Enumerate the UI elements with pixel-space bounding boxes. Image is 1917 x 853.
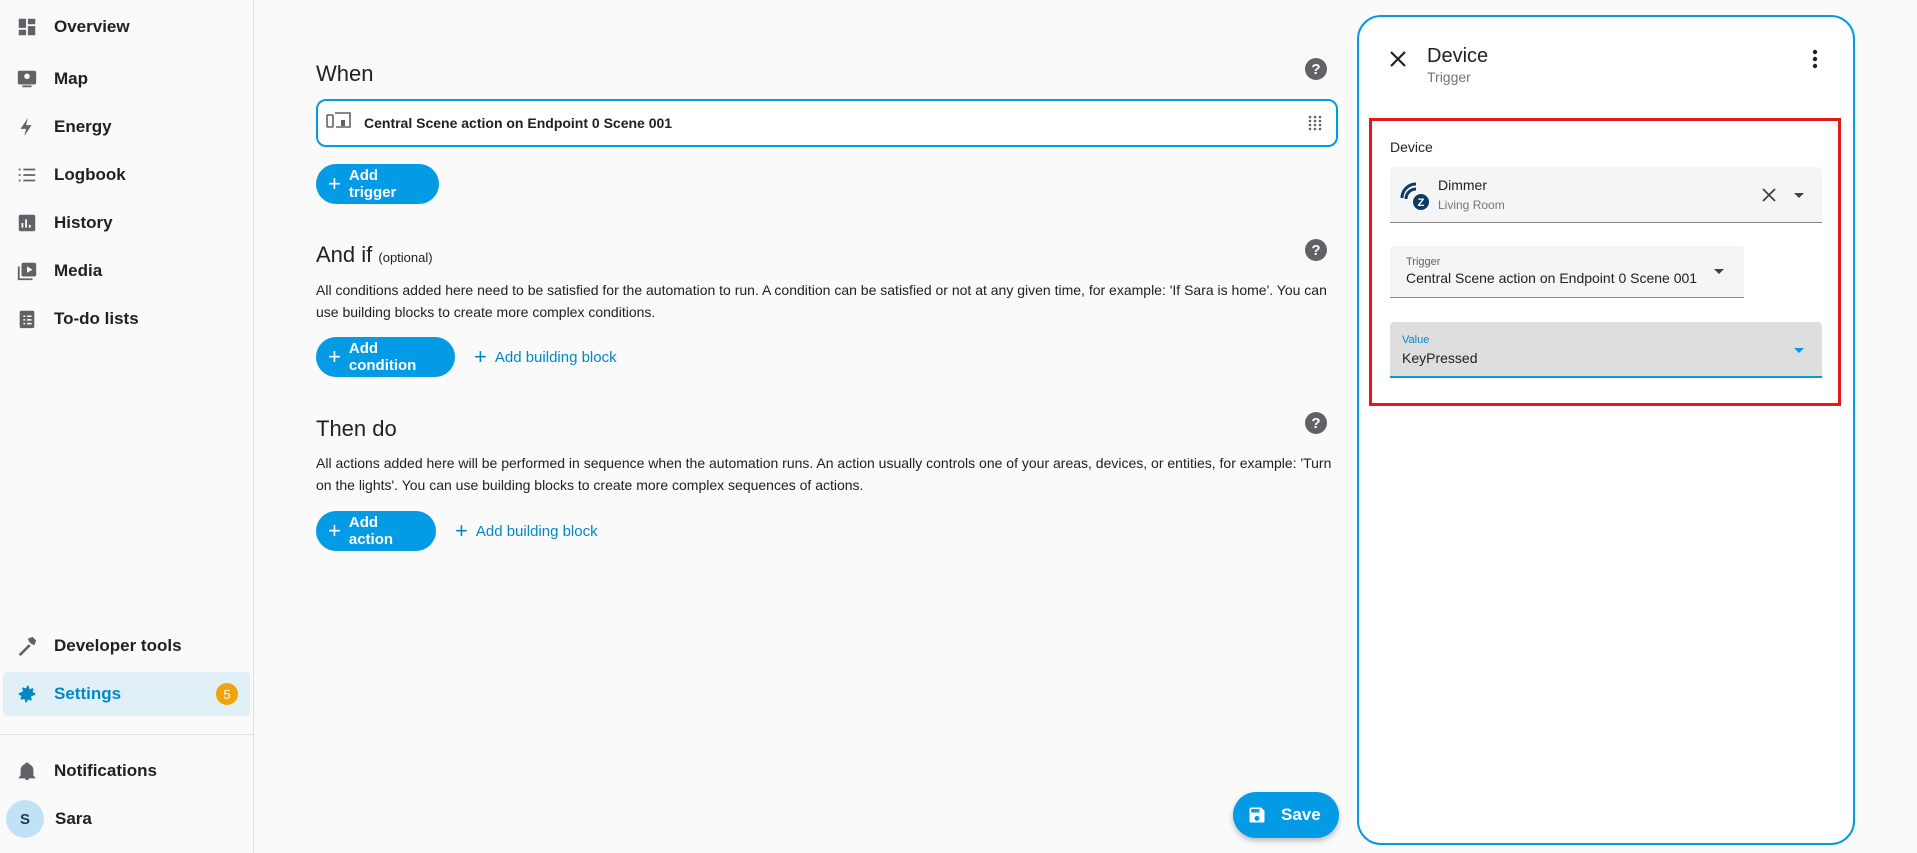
value-select-label: Value: [1402, 334, 1430, 346]
chevron-down-icon[interactable]: [1794, 193, 1804, 198]
save-button[interactable]: Save: [1233, 792, 1339, 838]
add-condition-button[interactable]: + Add condition: [316, 337, 455, 377]
sidebar-item-label: Notifications: [54, 761, 157, 780]
trigger-label: Central Scene action on Endpoint 0 Scene…: [364, 115, 673, 131]
sidebar: Overview Map Energy Logbook History Medi…: [0, 0, 254, 853]
bell-icon: [15, 759, 39, 783]
sidebar-item-label: Developer tools: [54, 636, 182, 655]
sidebar-item-notifications[interactable]: Notifications: [0, 749, 250, 793]
sidebar-item-label: Energy: [54, 117, 112, 136]
add-condition-label: Add condition: [348, 340, 417, 374]
panel-title: Device: [1427, 45, 1489, 67]
add-building-block-button[interactable]: + Add building block: [455, 513, 598, 549]
device-area: Living Room: [1438, 198, 1505, 212]
help-icon[interactable]: ?: [1305, 58, 1327, 80]
add-trigger-button[interactable]: + Add trigger: [316, 164, 439, 204]
andif-title-text: And if: [316, 242, 373, 267]
sidebar-item-settings[interactable]: Settings 5: [3, 672, 250, 716]
add-building-block-label: Add building block: [494, 348, 617, 366]
sidebar-divider: [0, 734, 254, 735]
save-label: Save: [1281, 805, 1321, 824]
trigger-select-value: Central Scene action on Endpoint 0 Scene…: [1406, 270, 1698, 286]
zwave-icon: Z: [1398, 178, 1432, 217]
plus-icon: +: [455, 518, 468, 543]
value-select[interactable]: Value KeyPressed: [1390, 322, 1822, 378]
list-icon: [15, 163, 39, 187]
when-title: When: [316, 61, 374, 86]
sidebar-item-logbook[interactable]: Logbook: [0, 153, 250, 197]
add-building-block-button[interactable]: + Add building block: [474, 339, 617, 375]
sidebar-item-overview[interactable]: Overview: [0, 5, 250, 49]
sidebar-item-label: Map: [54, 69, 88, 88]
chart-icon: [15, 211, 39, 235]
sidebar-item-energy[interactable]: Energy: [0, 105, 250, 149]
andif-title: And if (optional): [316, 242, 433, 268]
clear-icon[interactable]: [1762, 188, 1776, 207]
svg-text:Z: Z: [1418, 197, 1425, 209]
sidebar-item-developer-tools[interactable]: Developer tools: [0, 624, 250, 668]
trigger-select-label: Trigger: [1406, 256, 1441, 268]
device-name: Dimmer: [1438, 177, 1487, 193]
chevron-down-icon[interactable]: [1714, 269, 1724, 274]
clipboard-icon: [15, 307, 39, 331]
sidebar-item-profile[interactable]: S Sara: [0, 797, 250, 841]
drag-handle-icon[interactable]: [1308, 115, 1322, 131]
sidebar-item-media[interactable]: Media: [0, 249, 250, 293]
sidebar-item-label: Media: [54, 261, 103, 280]
sidebar-item-label: Settings: [54, 684, 122, 703]
then-description: All actions added here will be performed…: [316, 455, 1332, 493]
sidebar-item-history[interactable]: History: [0, 201, 250, 245]
plus-icon: +: [328, 344, 341, 369]
help-icon[interactable]: ?: [1305, 412, 1327, 434]
sidebar-item-map[interactable]: Map: [0, 57, 250, 101]
notification-badge: 5: [216, 683, 238, 705]
chevron-down-icon[interactable]: [1794, 348, 1804, 353]
add-action-button[interactable]: + Add action: [316, 511, 436, 551]
then-title: Then do: [316, 416, 397, 441]
sidebar-item-todo[interactable]: To-do lists: [0, 297, 250, 341]
lightning-icon: [15, 115, 39, 139]
hammer-icon: [15, 634, 39, 658]
trigger-select[interactable]: Trigger Central Scene action on Endpoint…: [1390, 246, 1744, 298]
add-building-block-label: Add building block: [475, 522, 598, 540]
plus-icon: +: [474, 344, 487, 369]
sidebar-item-label: Sara: [55, 809, 92, 828]
dashboard-icon: [15, 15, 39, 39]
gear-icon: [15, 682, 39, 706]
add-trigger-label: Add trigger: [348, 167, 397, 201]
andif-optional: (optional): [378, 250, 433, 265]
device-picker[interactable]: Z Dimmer Living Room: [1390, 167, 1822, 223]
plus-icon: +: [328, 518, 341, 543]
sidebar-item-label: To-do lists: [54, 309, 139, 328]
sidebar-item-label: History: [54, 213, 113, 232]
more-vert-icon[interactable]: [1803, 47, 1827, 71]
floppy-icon: [1247, 805, 1267, 825]
panel-subtitle: Trigger: [1427, 69, 1471, 85]
device-field-label: Device: [1390, 139, 1433, 155]
trigger-card[interactable]: Central Scene action on Endpoint 0 Scene…: [316, 99, 1338, 147]
andif-description: All conditions added here need to be sat…: [316, 282, 1327, 320]
add-action-label: Add action: [348, 514, 394, 548]
device-icon: [326, 110, 352, 137]
close-icon[interactable]: [1386, 47, 1410, 71]
sidebar-item-label: Logbook: [54, 165, 126, 184]
avatar: S: [6, 800, 44, 838]
sidebar-item-label: Overview: [54, 17, 130, 36]
map-icon: [15, 67, 39, 91]
plus-icon: +: [328, 171, 341, 196]
value-select-value: KeyPressed: [1402, 350, 1478, 366]
help-icon[interactable]: ?: [1305, 239, 1327, 261]
media-icon: [15, 259, 39, 283]
